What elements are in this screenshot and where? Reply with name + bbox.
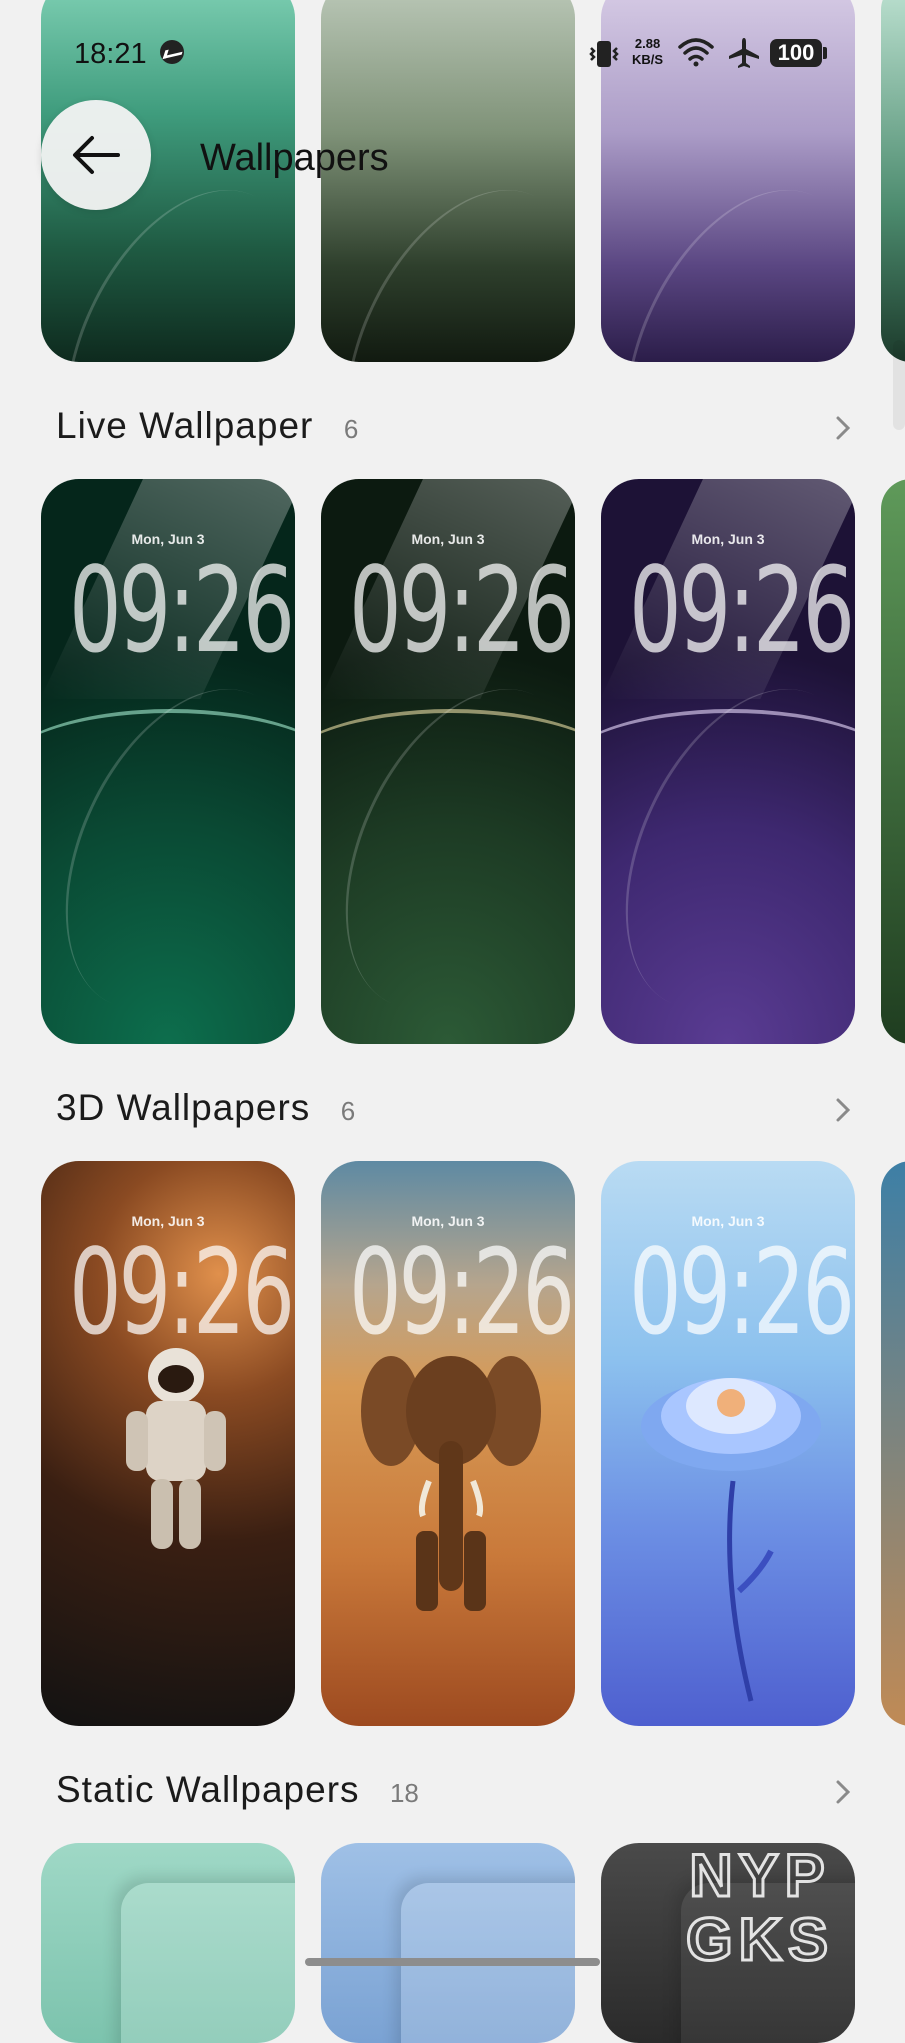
preview-time: 09:26 xyxy=(68,1223,295,1361)
preview-time: 09:26 xyxy=(628,541,855,679)
3d-wallpaper-thumbnail[interactable] xyxy=(881,1161,905,1726)
back-button[interactable] xyxy=(41,100,151,210)
section-header-static[interactable]: Static Wallpapers 18 xyxy=(56,1769,419,1811)
status-time: 18:21 xyxy=(74,38,147,70)
wallpaper-swirl xyxy=(41,652,295,1044)
3d-wallpaper-thumbnail[interactable]: Mon, Jun 3 09:26 xyxy=(601,1161,855,1726)
network-speed-value: 2.88 xyxy=(634,36,661,51)
preview-time: 09:26 xyxy=(628,1223,855,1361)
battery-tip xyxy=(823,47,827,59)
watermark-logo: NYP GKS xyxy=(684,1841,834,1969)
section-count: 18 xyxy=(389,1778,419,1808)
3d-wallpaper-thumbnail[interactable]: Mon, Jun 3 09:26 xyxy=(321,1161,575,1726)
page-title: Wallpapers xyxy=(200,137,389,179)
wallpaper-shape xyxy=(121,1883,295,2043)
section-count: 6 xyxy=(343,414,359,444)
wallpaper-swirl xyxy=(601,652,855,1044)
watermark-line1: NYP xyxy=(689,1842,830,1909)
section-header-live[interactable]: Live Wallpaper 6 xyxy=(56,405,358,447)
battery-icon: 100 xyxy=(770,39,822,67)
watermark-line2: GKS xyxy=(686,1906,834,1968)
section-count: 6 xyxy=(340,1096,356,1126)
live-wallpaper-thumbnail[interactable]: Mon, Jun 3 09:26 xyxy=(321,479,575,1044)
live-wallpaper-thumbnail[interactable] xyxy=(881,479,905,1044)
vibrate-icon xyxy=(589,41,619,67)
chevron-right-icon[interactable] xyxy=(830,1779,856,1805)
section-header-3d[interactable]: 3D Wallpapers 6 xyxy=(56,1087,355,1129)
section-title: Static Wallpapers xyxy=(56,1769,360,1810)
status-bar: 18:21 2.88 KB/S 100 xyxy=(0,0,905,105)
wallpaper-swirl xyxy=(601,153,855,362)
static-wallpaper-thumbnail[interactable] xyxy=(321,1843,575,2043)
elephant-image xyxy=(361,1356,541,1611)
airplane-icon xyxy=(729,38,759,68)
section-title: 3D Wallpapers xyxy=(56,1087,311,1128)
chevron-right-icon[interactable] xyxy=(830,1097,856,1123)
preview-time: 09:26 xyxy=(348,541,575,679)
home-indicator[interactable] xyxy=(305,1958,600,1966)
wifi-icon xyxy=(678,38,714,67)
scroll-indicator xyxy=(893,340,905,430)
wallpaper-swirl xyxy=(321,652,575,1044)
network-speed: 2.88 KB/S xyxy=(632,36,663,68)
arrow-left-icon xyxy=(73,136,120,174)
3d-wallpaper-thumbnail[interactable]: Mon, Jun 3 09:26 xyxy=(41,1161,295,1726)
wallpaper-swirl xyxy=(321,153,575,362)
chevron-right-icon[interactable] xyxy=(830,415,856,441)
preview-time: 09:26 xyxy=(68,541,295,679)
live-wallpaper-thumbnail[interactable]: Mon, Jun 3 09:26 xyxy=(41,479,295,1044)
astronaut-image xyxy=(126,1348,226,1549)
static-wallpaper-thumbnail[interactable] xyxy=(41,1843,295,2043)
network-speed-unit: KB/S xyxy=(632,52,664,67)
preview-time: 09:26 xyxy=(348,1223,575,1361)
messenger-icon xyxy=(160,40,184,64)
flower-image xyxy=(641,1378,821,1702)
section-title: Live Wallpaper xyxy=(56,405,314,446)
live-wallpaper-thumbnail[interactable]: Mon, Jun 3 09:26 xyxy=(601,479,855,1044)
